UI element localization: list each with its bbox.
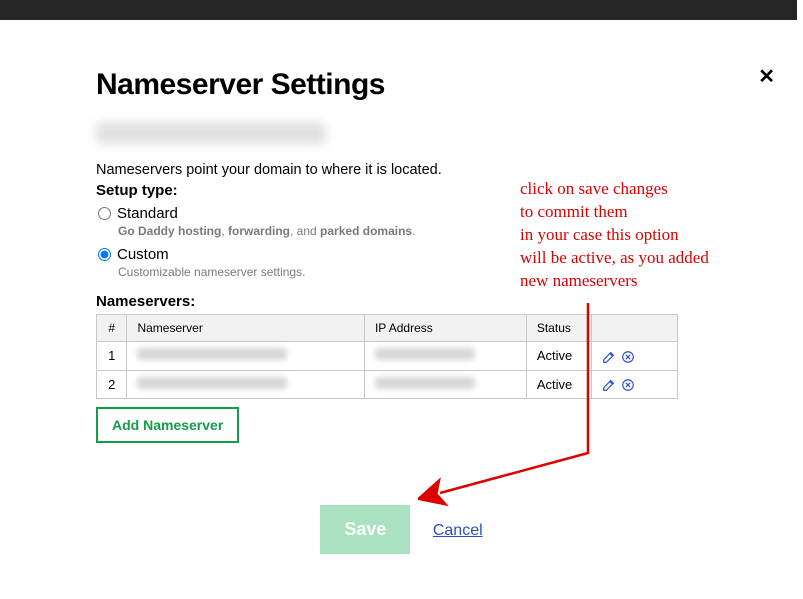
intro-text: Nameservers point your domain to where i… — [96, 162, 700, 178]
th-num: # — [97, 315, 127, 342]
radio-standard-label: Standard — [117, 205, 178, 222]
row-ns-redacted — [127, 370, 364, 399]
dialog-footer: Save Cancel — [0, 505, 803, 554]
cancel-link[interactable]: Cancel — [433, 522, 483, 539]
row-num: 2 — [97, 370, 127, 399]
th-actions — [591, 315, 677, 342]
row-status: Active — [526, 342, 591, 371]
domain-name-redacted — [96, 122, 326, 144]
row-ip-redacted — [364, 370, 526, 399]
delete-icon[interactable] — [621, 350, 635, 364]
table-row: 2 Active — [97, 370, 678, 399]
th-status: Status — [526, 315, 591, 342]
dialog-title: Nameserver Settings — [96, 68, 700, 102]
save-button[interactable]: Save — [320, 505, 410, 554]
edit-icon[interactable] — [602, 378, 616, 392]
add-nameserver-button[interactable]: Add Nameserver — [96, 407, 239, 443]
table-row: 1 Active — [97, 342, 678, 371]
edit-icon[interactable] — [602, 350, 616, 364]
row-num: 1 — [97, 342, 127, 371]
nameservers-label: Nameservers: — [96, 293, 700, 310]
radio-standard[interactable] — [98, 207, 111, 220]
delete-icon[interactable] — [621, 378, 635, 392]
th-nameserver: Nameserver — [127, 315, 364, 342]
row-ns-redacted — [127, 342, 364, 371]
close-icon[interactable]: ✕ — [758, 64, 775, 89]
th-ip: IP Address — [364, 315, 526, 342]
row-actions — [591, 342, 677, 371]
row-ip-redacted — [364, 342, 526, 371]
nameservers-table: # Nameserver IP Address Status 1 Active — [96, 314, 678, 399]
annotation-text: click on save changes to commit them in … — [520, 178, 780, 293]
top-bar — [0, 0, 797, 20]
row-status: Active — [526, 370, 591, 399]
radio-custom-label: Custom — [117, 246, 169, 263]
radio-custom[interactable] — [98, 248, 111, 261]
row-actions — [591, 370, 677, 399]
